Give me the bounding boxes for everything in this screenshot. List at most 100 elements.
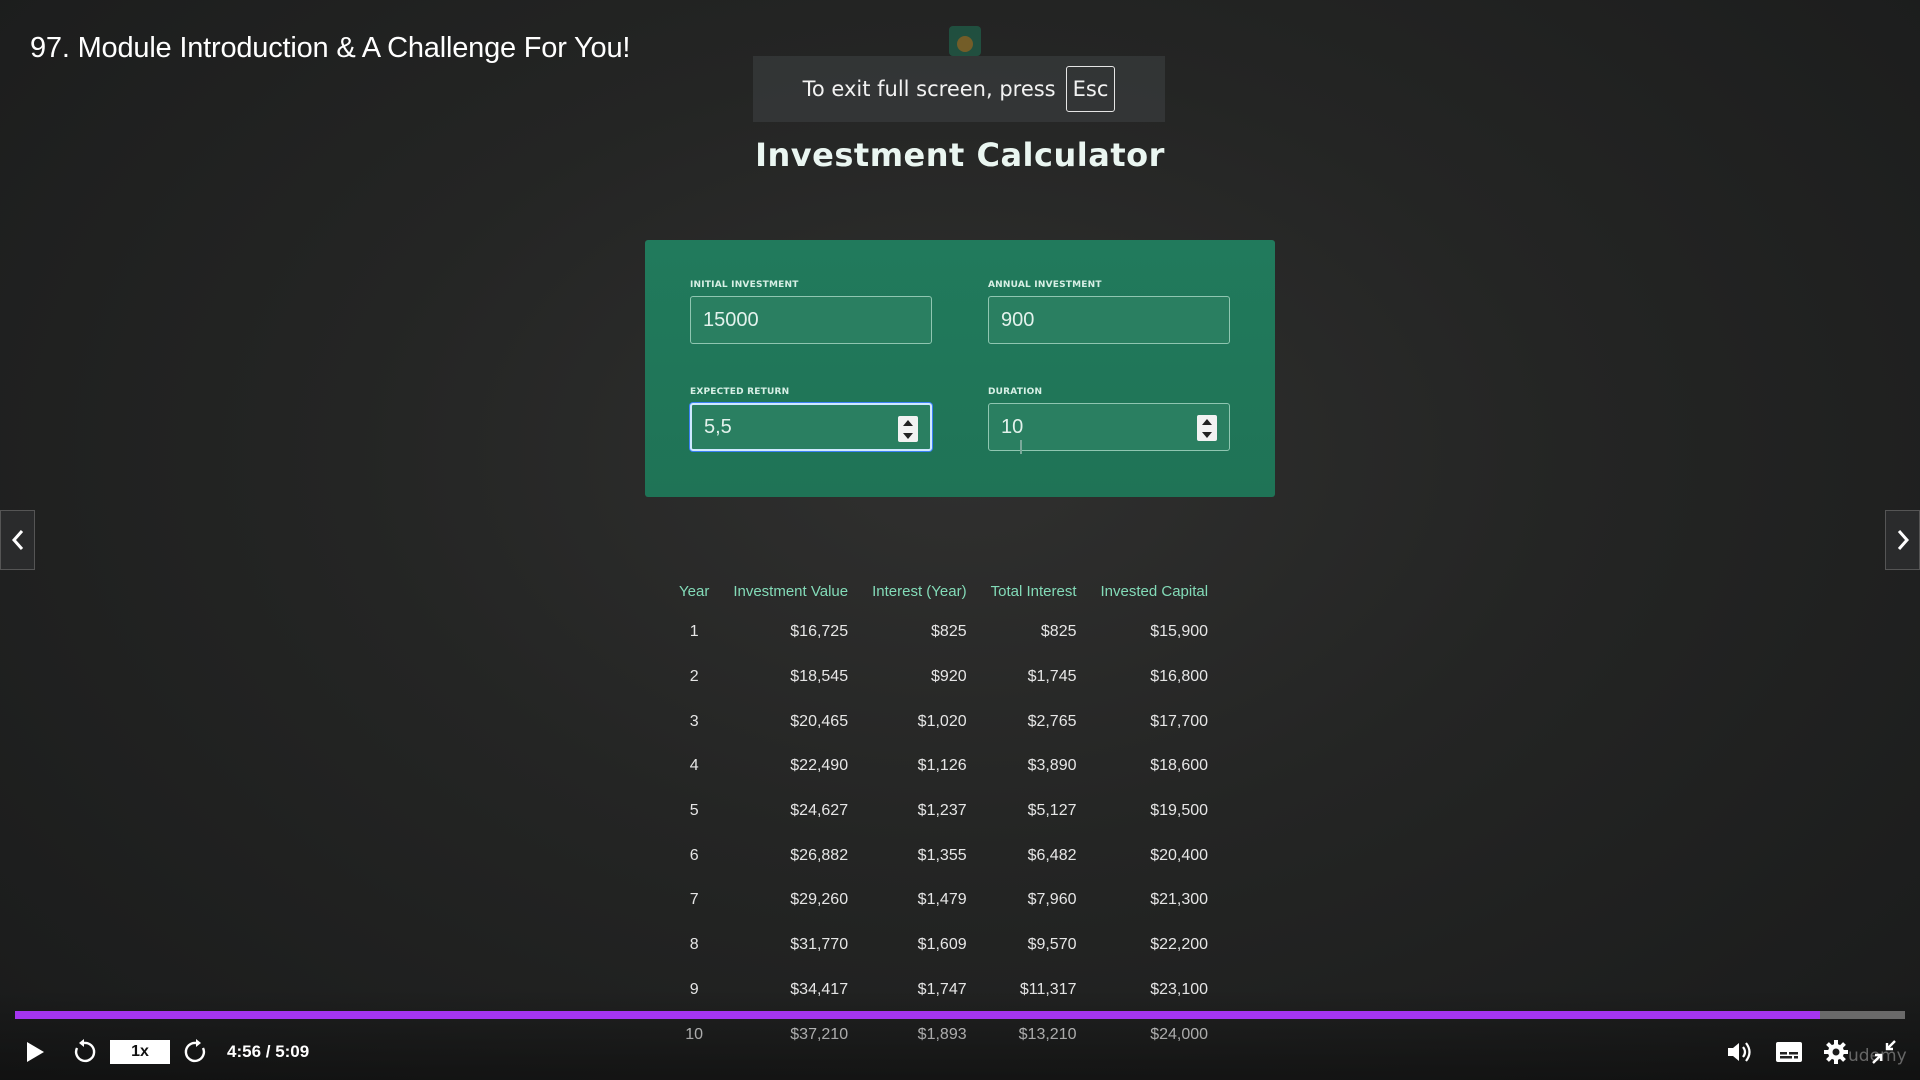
expected-return-input[interactable]: 5,5 [690, 403, 932, 451]
table-row: 5 $24,627 $1,237 $5,127 $19,500 [667, 789, 1220, 834]
annual-investment-value: 900 [1001, 308, 1035, 331]
table-row: 6 $26,882 $1,355 $6,482 $20,400 [667, 833, 1220, 878]
column-header: Invested Capital [1100, 582, 1209, 600]
table-cell: $1,126 [917, 757, 967, 775]
duration-value: 10 [1001, 415, 1024, 438]
table-cell: 4 [689, 757, 699, 775]
rewind-5-icon [74, 1039, 96, 1063]
table-cell: $825 [931, 623, 967, 641]
table-cell: $1,745 [1027, 668, 1077, 686]
table-cell: $3,890 [1027, 757, 1077, 775]
table-cell: $9,570 [1027, 936, 1077, 954]
expected-return-stepper[interactable] [898, 416, 918, 442]
rewind-button[interactable] [68, 1036, 100, 1068]
table-cell: 5 [689, 802, 699, 820]
captions-button[interactable] [1772, 1036, 1806, 1068]
table-cell: 6 [689, 846, 699, 864]
initial-investment-field: Initial Investment 15000 [690, 280, 932, 344]
table-cell: $16,800 [1150, 668, 1209, 686]
gear-icon [1824, 1040, 1848, 1064]
lecture-title: 97. Module Introduction & A Challenge Fo… [30, 32, 631, 64]
table-cell: $7,960 [1027, 891, 1077, 909]
next-lecture-button[interactable] [1885, 510, 1920, 570]
table-row: 3 $20,465 $1,020 $2,765 $17,700 [667, 699, 1220, 744]
text-cursor-icon [1020, 440, 1022, 454]
previous-lecture-button[interactable] [0, 510, 35, 570]
table-cell: $22,200 [1150, 936, 1209, 954]
stepper-up-icon[interactable] [903, 419, 913, 426]
table-cell: 2 [689, 668, 699, 686]
table-cell: $6,482 [1027, 846, 1077, 864]
annual-investment-field: Annual Investment 900 [988, 280, 1230, 344]
initial-investment-value: 15000 [703, 308, 759, 331]
table-row: 2 $18,545 $920 $1,745 $16,800 [667, 655, 1220, 700]
table-cell: 3 [689, 712, 699, 730]
initial-investment-label: Initial Investment [690, 280, 799, 290]
captions-icon [1776, 1042, 1802, 1062]
table-cell: 8 [689, 936, 699, 954]
playback-speed-button[interactable]: 1x [110, 1040, 170, 1064]
initial-investment-input[interactable]: 15000 [690, 296, 932, 344]
forward-button[interactable] [180, 1036, 212, 1068]
table-cell: $20,400 [1150, 846, 1209, 864]
annual-investment-label: Annual Investment [988, 280, 1102, 290]
table-cell: 7 [689, 891, 699, 909]
chevron-right-icon [1897, 530, 1909, 550]
app-logo [949, 26, 981, 56]
esc-key-badge: Esc [1065, 66, 1116, 112]
video-progress-fill [15, 1011, 1820, 1019]
column-header: Interest (Year) [872, 582, 967, 600]
expected-return-value: 5,5 [704, 415, 732, 438]
table-cell: $19,500 [1150, 802, 1209, 820]
results-table: Year Investment Value Interest (Year) To… [667, 572, 1220, 1057]
stepper-down-icon[interactable] [903, 432, 913, 439]
table-row: 1 $16,725 $825 $825 $15,900 [667, 610, 1220, 655]
app-title: Investment Calculator [755, 136, 1165, 174]
table-cell: $15,900 [1150, 623, 1209, 641]
expected-return-field: Expected Return 5,5 [690, 387, 932, 451]
forward-5-icon [184, 1039, 206, 1063]
table-cell: $2,765 [1027, 712, 1077, 730]
table-cell: $29,260 [790, 891, 849, 909]
table-cell: $1,479 [917, 891, 967, 909]
table-cell: $22,490 [790, 757, 849, 775]
table-cell: $16,725 [790, 623, 849, 641]
column-header: Year [679, 582, 710, 600]
column-header: Investment Value [733, 582, 849, 600]
video-progress-bar[interactable] [15, 1011, 1905, 1019]
table-cell: $24,627 [790, 802, 849, 820]
duration-stepper[interactable] [1197, 415, 1217, 441]
user-input-card: Initial Investment 15000 Annual Investme… [645, 240, 1275, 497]
chevron-left-icon [11, 530, 23, 550]
play-icon [27, 1042, 44, 1062]
table-cell: $18,545 [790, 668, 849, 686]
column-header: Total Interest [990, 582, 1077, 600]
exit-fullscreen-button[interactable] [1868, 1036, 1900, 1068]
table-cell: $920 [931, 668, 967, 686]
table-cell: $5,127 [1027, 802, 1077, 820]
table-cell: $17,700 [1150, 712, 1209, 730]
controls-backdrop [0, 990, 1920, 1080]
table-cell: $21,300 [1150, 891, 1209, 909]
table-cell: $18,600 [1150, 757, 1209, 775]
annual-investment-input[interactable]: 900 [988, 296, 1230, 344]
time-readout: 4:56 / 5:09 [227, 1042, 310, 1061]
stepper-up-icon[interactable] [1202, 418, 1212, 425]
volume-button[interactable] [1724, 1036, 1756, 1068]
table-cell: 1 [689, 623, 699, 641]
stepper-down-icon[interactable] [1202, 431, 1212, 438]
play-button[interactable] [20, 1036, 50, 1068]
table-cell: $1,609 [917, 936, 967, 954]
duration-field: Duration 10 [988, 387, 1230, 451]
table-cell: $20,465 [790, 712, 849, 730]
fullscreen-toast: To exit full screen, press Esc [753, 56, 1165, 122]
table-row: 8 $31,770 $1,609 $9,570 $22,200 [667, 923, 1220, 968]
table-cell: $1,237 [917, 802, 967, 820]
duration-label: Duration [988, 387, 1043, 397]
duration-input[interactable]: 10 [988, 403, 1230, 451]
fullscreen-hint-text: To exit full screen, press [802, 77, 1056, 101]
table-cell: $1,020 [917, 712, 967, 730]
table-cell: $825 [1040, 623, 1077, 641]
table-cell: $26,882 [790, 846, 849, 864]
table-row: 7 $29,260 $1,479 $7,960 $21,300 [667, 878, 1220, 923]
